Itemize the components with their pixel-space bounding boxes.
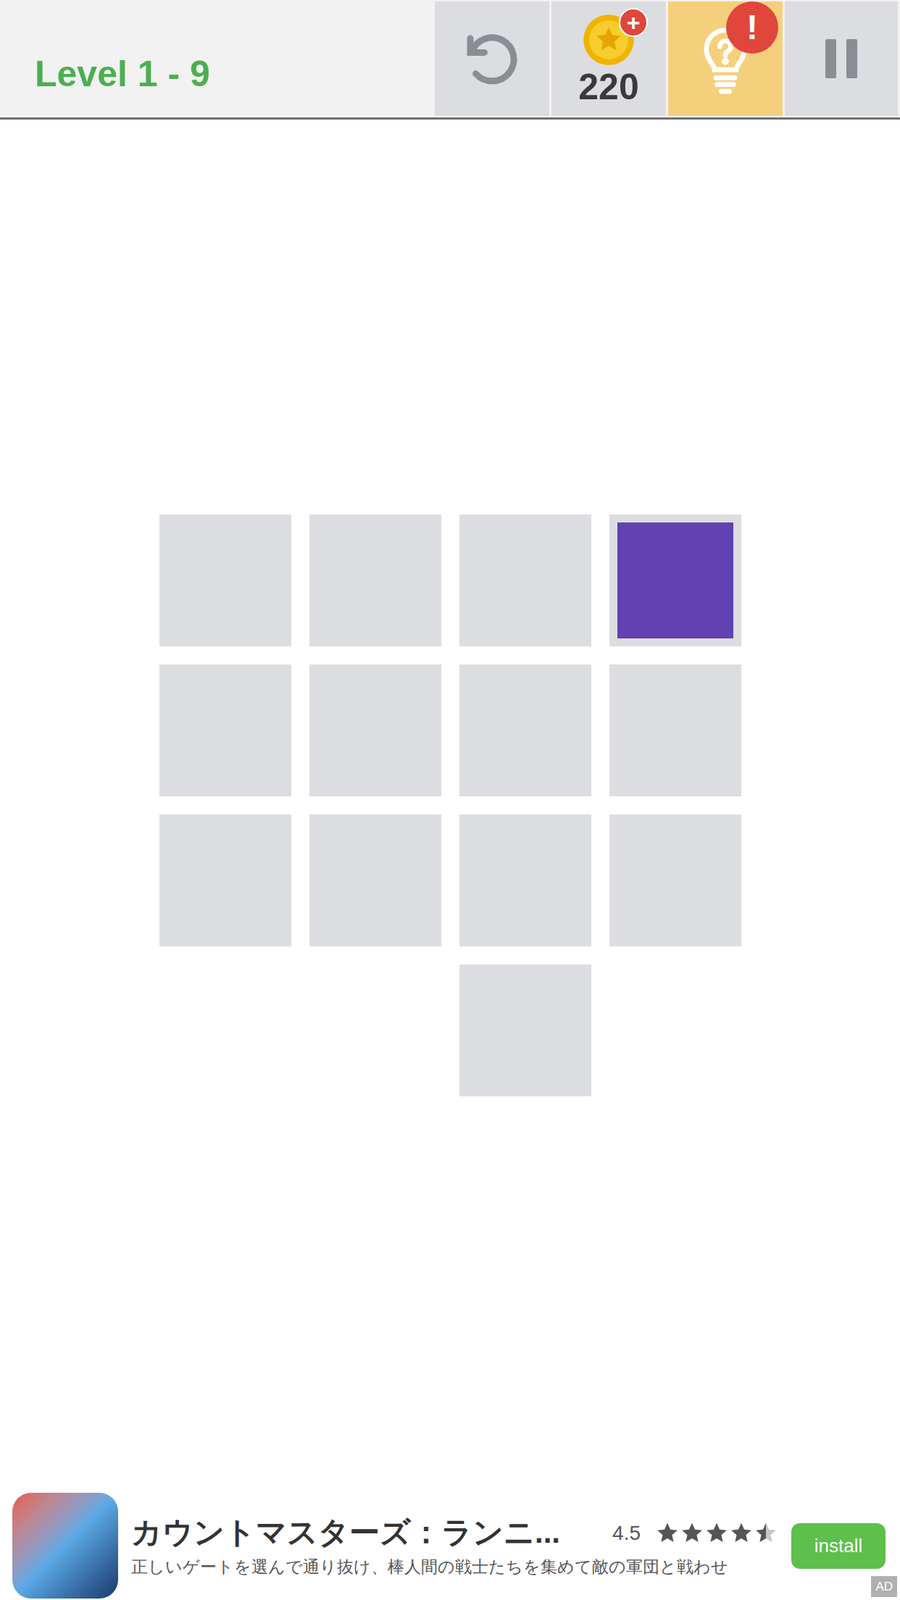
board-tile[interactable] (309, 664, 442, 797)
ad-tag: AD (871, 1576, 898, 1598)
restart-icon (459, 26, 525, 92)
ad-title[interactable]: カウントマスターズ：ランニ... (131, 1513, 598, 1553)
star-icon (679, 1521, 705, 1546)
ad-stars (655, 1521, 779, 1546)
game-screen: Level 1 - 9 +220! カウントマスターズ：ランニ... 4.5 正しいゲー… (0, 0, 900, 1600)
level-title: Level 1 - 9 (0, 0, 435, 118)
board-tile[interactable] (159, 814, 292, 947)
star-icon (655, 1521, 680, 1546)
coin-count: 220 (578, 68, 639, 106)
board-tile[interactable] (459, 514, 592, 647)
coins-button[interactable]: +220 (551, 1, 666, 116)
board-tile[interactable] (459, 964, 592, 1097)
board-tile[interactable] (459, 814, 592, 947)
ad-rating: 4.5 (612, 1518, 641, 1549)
install-button[interactable]: install (791, 1523, 886, 1569)
board-tile[interactable] (309, 814, 442, 947)
hint-button[interactable]: ! (668, 1, 783, 116)
board-tile[interactable] (159, 514, 292, 647)
restart-button[interactable] (434, 1, 550, 116)
board-tile[interactable] (309, 514, 442, 647)
ad-banner[interactable]: カウントマスターズ：ランニ... 4.5 正しいゲートを選んで通り抜け、棒人間の戦士… (0, 1491, 900, 1600)
ad-app-icon[interactable] (12, 1492, 119, 1599)
star-icon (704, 1521, 729, 1546)
board-area (0, 119, 900, 1492)
top-bar: Level 1 - 9 +220! (0, 0, 900, 120)
star-icon (753, 1521, 779, 1546)
board-tile[interactable] (609, 664, 742, 797)
board-tile[interactable] (159, 664, 292, 797)
ad-subtitle: 正しいゲートを選んで通り抜け、棒人間の戦士たちを集めて敵の軍団と戦わせ (131, 1556, 779, 1578)
board (159, 514, 742, 1097)
purple-block[interactable] (617, 522, 734, 639)
coin-add-badge[interactable]: + (618, 7, 648, 37)
board-tile[interactable] (609, 814, 742, 947)
star-icon (728, 1521, 754, 1546)
pause-button[interactable] (784, 1, 898, 116)
pause-icon (825, 39, 858, 79)
hint-alert-badge: ! (726, 1, 779, 54)
board-tile[interactable] (609, 514, 742, 647)
board-tile[interactable] (459, 664, 592, 797)
